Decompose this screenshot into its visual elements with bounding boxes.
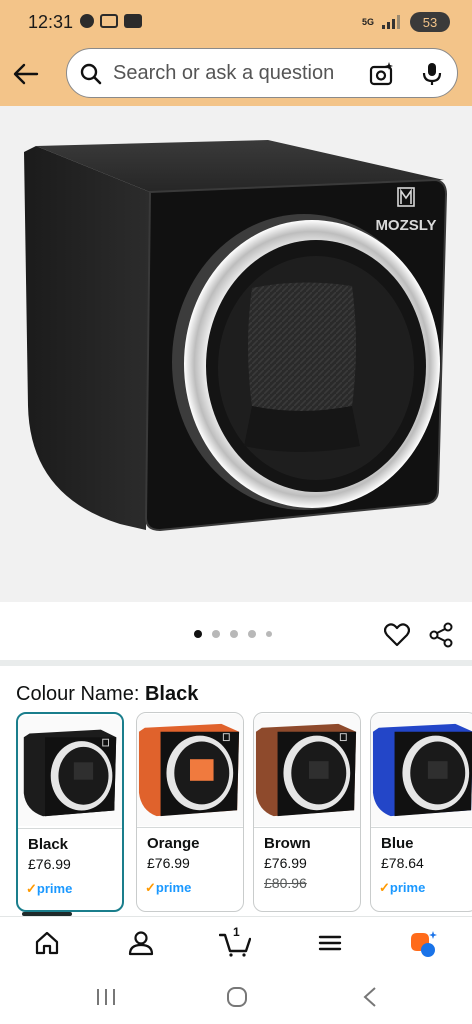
colour-selected: Black: [144, 683, 199, 705]
search-icon: [80, 63, 102, 85]
account-icon: [128, 931, 154, 956]
network-type: 5G: [361, 16, 374, 27]
swatch-price: £76.99: [264, 855, 307, 871]
swatch-image: [254, 714, 360, 826]
system-back-icon[interactable]: [362, 986, 378, 1008]
top-banner: 12:31 5G 53 Search or ask a question: [0, 0, 472, 106]
carousel-dot[interactable]: [194, 630, 202, 638]
youtube-icon: [124, 14, 142, 28]
swatch-divider: [254, 827, 360, 828]
swatch-blue[interactable]: Blue £78.64 ✓prime: [370, 712, 472, 912]
screenshot-icon: [100, 14, 118, 28]
swatch-name: Brown: [264, 835, 311, 852]
heart-icon: [383, 623, 411, 647]
camera-search-icon[interactable]: [369, 61, 395, 87]
carousel-dot[interactable]: [212, 630, 220, 638]
prime-badge: ✓prime: [26, 881, 73, 896]
search-placeholder: Search or ask a question: [113, 62, 335, 84]
colour-swatches: Black £76.99 ✓prime Orange £76.99 ✓prime: [16, 712, 472, 916]
product-image[interactable]: MOZSLY: [0, 106, 472, 602]
search-row: Search or ask a question: [0, 48, 472, 100]
swatch-name: Black: [28, 836, 69, 853]
notification-icons: [80, 14, 142, 28]
nav-home[interactable]: [33, 929, 63, 959]
search-input[interactable]: Search or ask a question: [66, 48, 458, 98]
system-navigation-bar: [0, 968, 472, 1024]
swatch-divider: [371, 827, 472, 828]
rufus-assistant-icon: [411, 931, 437, 957]
carousel-dot[interactable]: [248, 630, 256, 638]
swatch-price: £76.99: [28, 856, 71, 872]
swatch-image: [371, 714, 472, 826]
swatch-brown[interactable]: Brown £76.99 £80.96: [253, 712, 361, 912]
swatch-black[interactable]: Black £76.99 ✓prime: [16, 712, 124, 912]
battery-indicator: 53: [410, 12, 450, 32]
menu-icon: [318, 935, 342, 951]
brand-logo-text: MOZSLY: [375, 217, 436, 234]
swatch-old-price: £80.96: [264, 875, 307, 891]
watch-winder-image: MOZSLY: [24, 140, 448, 532]
back-arrow-icon: [13, 63, 39, 85]
nav-menu[interactable]: [316, 929, 346, 959]
microphone-icon[interactable]: [421, 61, 443, 87]
signal-icon: [382, 15, 402, 29]
carousel-dot[interactable]: [230, 630, 238, 638]
prime-badge: ✓prime: [379, 880, 426, 895]
swatch-orange[interactable]: Orange £76.99 ✓prime: [136, 712, 244, 912]
back-button[interactable]: [12, 60, 40, 88]
status-time: 12:31: [28, 12, 74, 32]
swatch-price: £76.99: [147, 855, 190, 871]
cart-count: 1: [233, 925, 240, 939]
home-icon: [35, 931, 59, 955]
bottom-navigation: 1: [0, 916, 472, 968]
nav-alexa[interactable]: [408, 929, 438, 959]
section-divider: [0, 660, 472, 666]
home-button-icon[interactable]: [226, 986, 248, 1008]
prime-badge: ✓prime: [145, 880, 192, 895]
swatch-image: [18, 716, 122, 826]
swatch-divider: [137, 827, 243, 828]
image-carousel-dots[interactable]: [194, 630, 272, 638]
status-bar: 12:31 5G 53: [0, 0, 472, 42]
colour-label: Colour Name:: [16, 683, 140, 705]
nav-account[interactable]: [127, 929, 157, 959]
nav-cart[interactable]: 1: [218, 925, 252, 959]
status-right: 5G 53: [362, 12, 450, 32]
swatch-divider: [18, 828, 122, 829]
recent-apps-icon[interactable]: [95, 988, 117, 1006]
colour-name-heading: Colour Name: Black: [16, 683, 198, 706]
share-icon: [429, 622, 453, 648]
notification-dot-icon: [80, 14, 94, 28]
swatch-name: Blue: [381, 835, 414, 852]
share-button[interactable]: [428, 622, 454, 648]
wishlist-button[interactable]: [383, 622, 411, 648]
swatch-image: [137, 714, 243, 826]
swatch-price: £78.64: [381, 855, 424, 871]
carousel-dot[interactable]: [266, 631, 272, 637]
swatch-name: Orange: [147, 835, 200, 852]
